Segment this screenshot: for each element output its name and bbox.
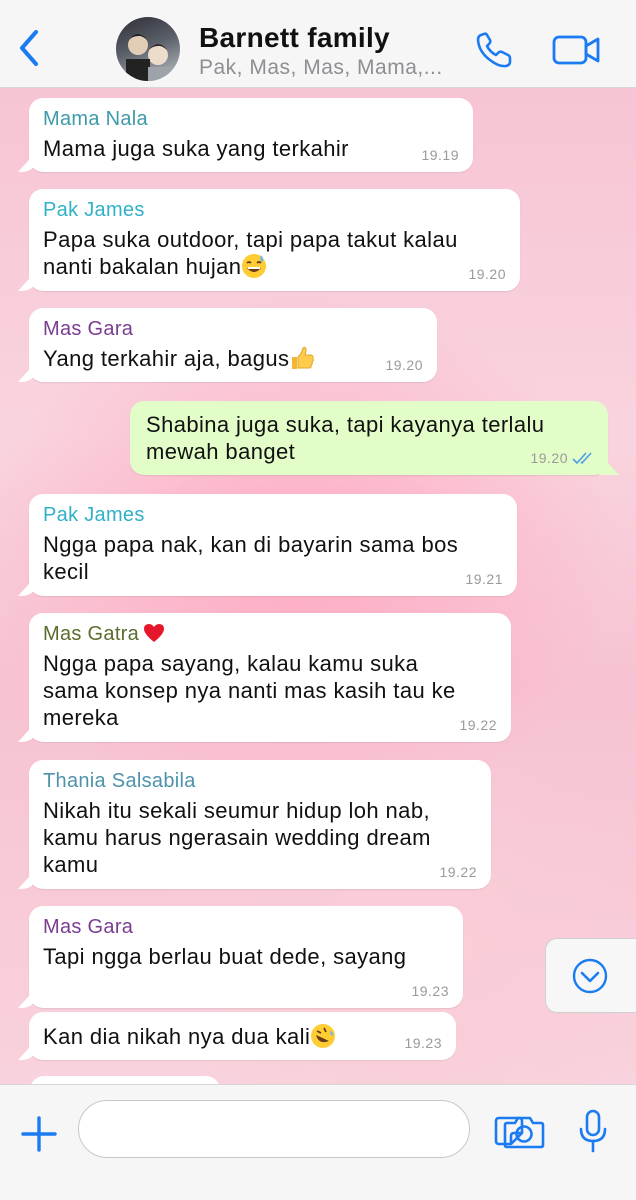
message-time: 19.20 bbox=[468, 266, 506, 282]
composer-bar bbox=[0, 1084, 636, 1200]
message-sender: Pak James bbox=[43, 199, 145, 221]
message-text-line: Yang terkahir aja, bagus bbox=[43, 345, 315, 372]
message-sender: Pak James bbox=[43, 504, 145, 526]
message-text: nanti bakalan hujan bbox=[43, 254, 242, 279]
message-bubble[interactable]: Pak James Papa suka outdoor, tapi papa t… bbox=[29, 189, 520, 291]
video-call-button[interactable] bbox=[552, 33, 602, 67]
message-bubble[interactable]: Kan dia nikah nya dua kali 19.23 bbox=[29, 1012, 456, 1060]
message-text: Ngga papa sayang, kalau kamu suka bbox=[43, 651, 419, 676]
message-text-line: nanti bakalan hujan bbox=[43, 253, 267, 280]
message-time: 19.22 bbox=[439, 864, 477, 880]
message-sender: Mas Gara bbox=[43, 318, 134, 340]
chat-participants[interactable]: Pak, Mas, Mas, Mama,... bbox=[199, 56, 443, 80]
message-bubble[interactable]: Thania Salsabila Nikah itu sekali seumur… bbox=[29, 760, 491, 889]
heart-icon bbox=[144, 624, 165, 642]
chat-title[interactable]: Barnett family bbox=[199, 22, 390, 54]
video-camera-icon bbox=[552, 35, 600, 65]
message-sender: Thania Salsabila bbox=[43, 770, 196, 792]
message-text-line: Kan dia nikah nya dua kali bbox=[43, 1023, 336, 1050]
thumbs-up-emoji-icon bbox=[292, 346, 315, 369]
group-avatar[interactable] bbox=[116, 17, 180, 81]
message-time: 19.23 bbox=[411, 983, 449, 999]
message-input-field[interactable] bbox=[78, 1100, 524, 1158]
message-sender: Mama Nala bbox=[43, 108, 148, 130]
chat-header: Barnett family Pak, Mas, Mas, Mama,... bbox=[0, 0, 636, 88]
phone-icon bbox=[476, 32, 512, 68]
message-time: 19.22 bbox=[459, 717, 497, 733]
voice-note-button[interactable] bbox=[578, 1109, 608, 1153]
message-text: Mama juga suka yang terkahir bbox=[43, 136, 349, 161]
attach-button[interactable] bbox=[20, 1115, 58, 1153]
message-bubble[interactable]: Mas Gatra Ngga papa sayang, kalau kamu s… bbox=[29, 613, 511, 742]
chevron-down-icon bbox=[572, 958, 608, 994]
camera-icon bbox=[503, 1116, 545, 1149]
message-bubble[interactable]: Mas Gara Yang terkahir aja, bagus 19.20 bbox=[29, 308, 437, 382]
message-text: Ngga papa nak, kan di bayarin sama bos bbox=[43, 532, 459, 557]
message-time: 19.20 bbox=[385, 357, 423, 373]
message-text: Shabina juga suka, tapi kayanya terlalu bbox=[146, 412, 545, 437]
voice-call-button[interactable] bbox=[472, 30, 516, 70]
read-receipt-icon bbox=[572, 452, 592, 465]
message-text: Papa suka outdoor, tapi papa takut kalau bbox=[43, 227, 458, 252]
message-text: sama konsep nya nanti mas kasih tau ke bbox=[43, 678, 456, 703]
message-time: 19.21 bbox=[465, 571, 503, 587]
message-bubble[interactable]: Mama Nala Mama juga suka yang terkahir 1… bbox=[29, 98, 473, 172]
message-text: kamu bbox=[43, 852, 99, 877]
message-text: mewah banget bbox=[146, 439, 296, 464]
message-text: kecil bbox=[43, 559, 90, 584]
message-bubble[interactable]: Mas Gara Tapi ngga berlau buat dede, say… bbox=[29, 906, 463, 1008]
message-text: Nikah itu sekali seumur hidup loh nab, bbox=[43, 798, 430, 823]
camera-button[interactable] bbox=[503, 1114, 545, 1150]
back-button[interactable] bbox=[14, 28, 44, 68]
message-bubble[interactable]: Pak James Ngga papa nak, kan di bayarin … bbox=[29, 494, 517, 596]
message-input[interactable] bbox=[97, 1111, 407, 1147]
message-text: Tapi ngga berlau buat dede, sayang bbox=[43, 944, 407, 969]
message-text: Kan dia nikah nya dua kali bbox=[43, 1024, 311, 1049]
outgoing-message-bubble[interactable]: Shabina juga suka, tapi kayanya terlalu … bbox=[130, 401, 608, 475]
sweat-smile-emoji-icon bbox=[242, 254, 267, 278]
message-sender: Mas Gatra bbox=[43, 623, 140, 645]
plus-icon bbox=[21, 1116, 57, 1152]
message-sender-line: Mas Gatra bbox=[43, 623, 165, 646]
message-time: 19.20 bbox=[530, 450, 568, 466]
message-time: 19.23 bbox=[404, 1035, 442, 1051]
message-text: mereka bbox=[43, 705, 119, 730]
rolling-laughing-emoji-icon bbox=[311, 1024, 336, 1048]
scroll-to-bottom-button[interactable] bbox=[545, 938, 636, 1013]
message-text: Yang terkahir aja, bagus bbox=[43, 346, 290, 371]
message-sender: Mas Gara bbox=[43, 916, 134, 938]
message-time: 19.19 bbox=[421, 147, 459, 163]
back-chevron-icon bbox=[20, 30, 38, 66]
microphone-icon bbox=[579, 1109, 607, 1153]
message-text: kamu harus ngerasain wedding dream bbox=[43, 825, 431, 850]
